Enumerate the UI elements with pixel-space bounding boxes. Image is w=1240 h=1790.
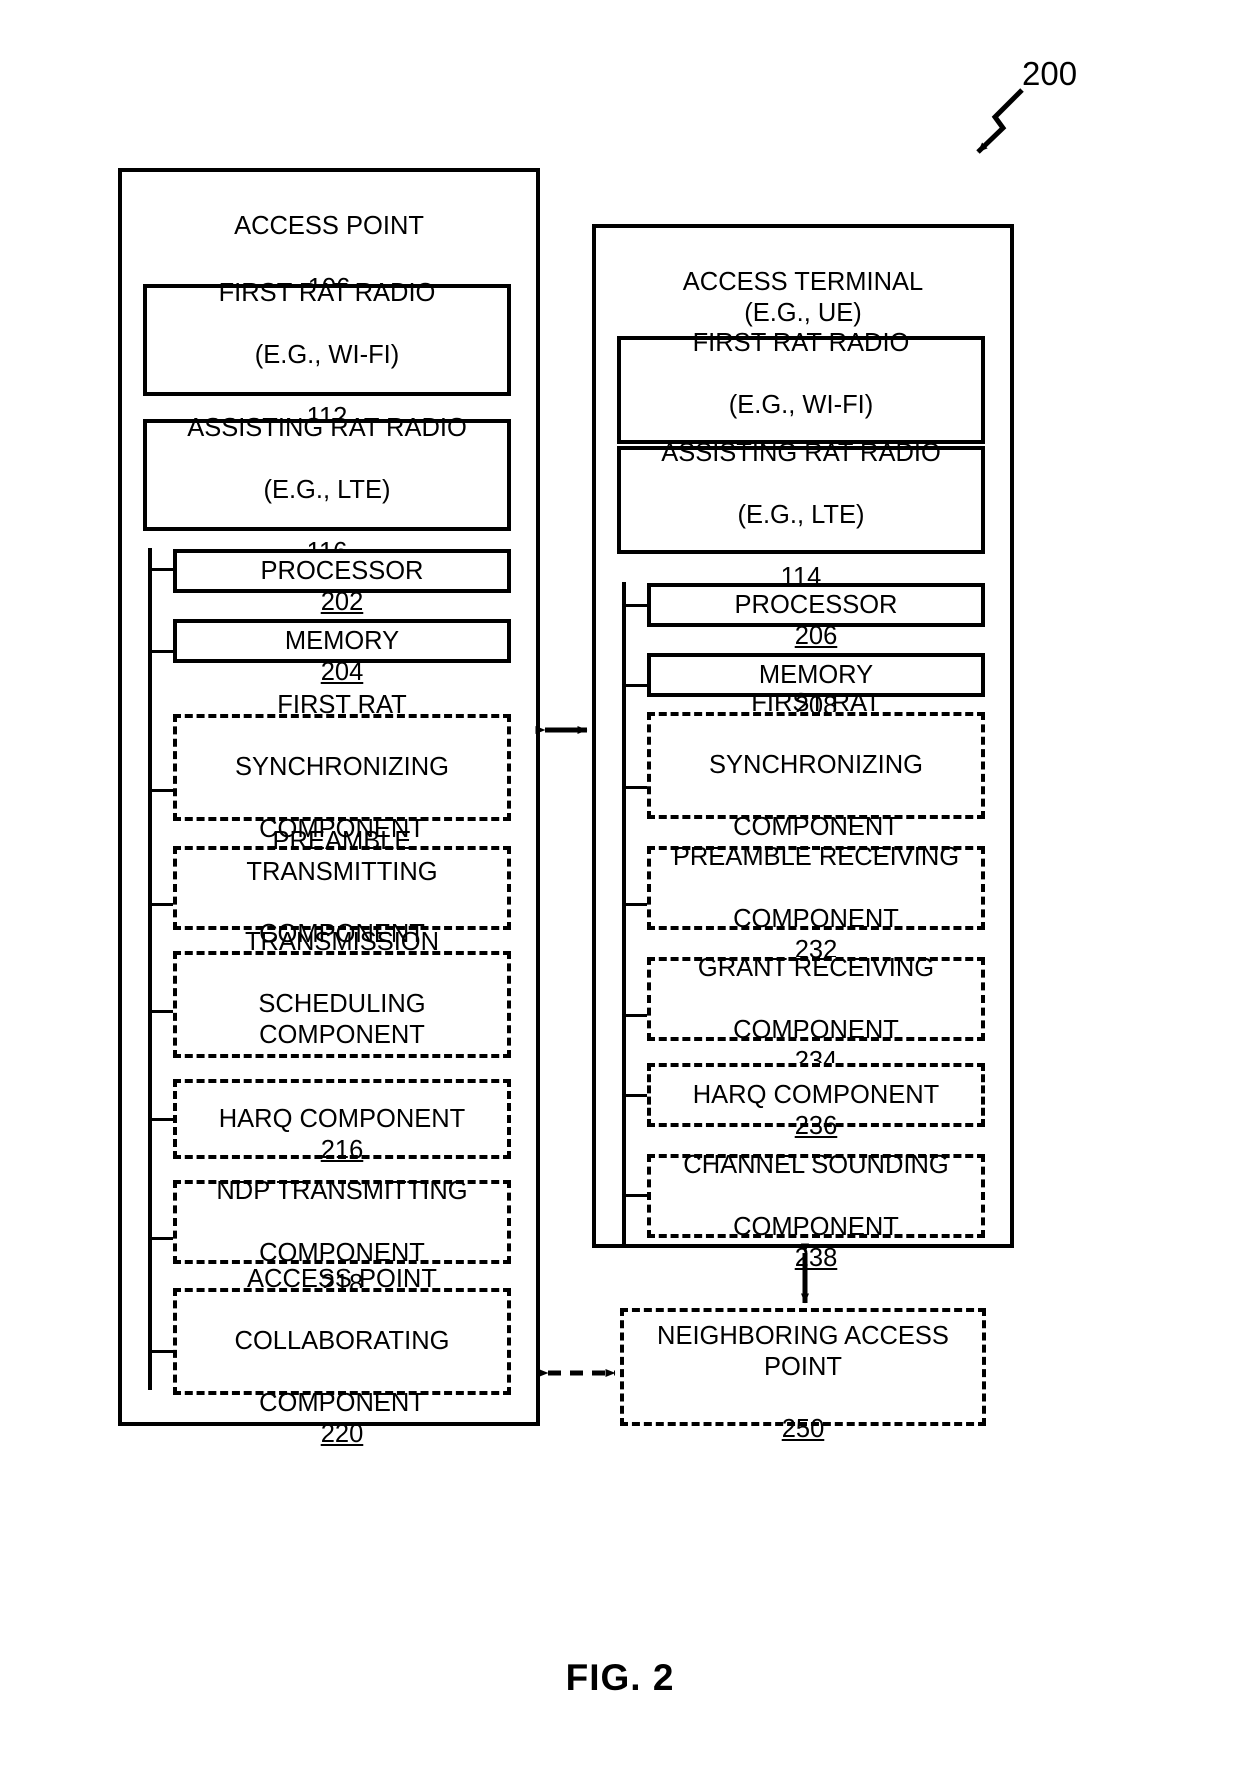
figure-callout-label: 200 <box>1022 55 1078 92</box>
line: TRANSMISSION <box>244 928 440 956</box>
line: HARQ COMPONENT <box>692 1080 940 1109</box>
ap-stub-ndp-transmitting <box>148 1237 176 1240</box>
at-block-assisting-rat-radio: ASSISTING RAT RADIO (E.G., LTE) 114 <box>617 439 985 591</box>
access-terminal-bus-line <box>622 582 626 1248</box>
access-point-bus-line <box>148 548 152 1390</box>
ap-block-memory: MEMORY 204 <box>173 619 511 686</box>
line: PREAMBLE TRANSMITTING <box>246 827 438 886</box>
at-stub-processor <box>622 604 650 607</box>
ap-stub-preamble-transmitting <box>148 903 176 906</box>
at-stub-channel-sounding-connector <box>622 1194 650 1197</box>
line: (E.G., WI-FI) <box>254 341 400 369</box>
figure-canvas: ACCESS POINT 106 FIRST RAT RADIO (E.G., … <box>0 0 1240 1790</box>
line: (E.G., LTE) <box>263 476 391 504</box>
line: SCHEDULING COMPONENT <box>258 990 426 1049</box>
line: FIRST RAT RADIO <box>218 279 436 307</box>
ap-stub-processor <box>148 568 176 571</box>
line: HARQ COMPONENT <box>218 1104 466 1133</box>
at-channel-sounding-label: CHANNEL SOUNDING COMPONENT 238 <box>677 1119 954 1274</box>
line: ACCESS POINT <box>247 1265 437 1293</box>
line: PROCESSOR <box>734 590 898 619</box>
line: MEMORY <box>284 626 400 655</box>
ap-block-transmission-scheduling-component: TRANSMISSION SCHEDULING COMPONENT 214 <box>173 928 511 1111</box>
ap-stub-memory <box>148 650 176 653</box>
ap-block-first-rat-radio: FIRST RAT RADIO (E.G., WI-FI) 112 <box>143 279 511 431</box>
at-block-harq-component: HARQ COMPONENT 236 <box>647 1063 985 1140</box>
neighboring-access-point-ref: 250 <box>781 1414 825 1443</box>
callout-zigzag-arrow <box>976 88 1024 154</box>
at-block-processor: PROCESSOR 206 <box>647 583 985 650</box>
ap-stub-first-rat-sync <box>148 789 176 792</box>
at-stub-preamble-receiving <box>622 903 650 906</box>
neighboring-access-point-container: NEIGHBORING ACCESS POINT 250 <box>620 1308 986 1443</box>
line: FIRST RAT <box>751 689 881 717</box>
line: SYNCHRONIZING <box>709 751 923 779</box>
line: FIRST RAT <box>277 691 407 719</box>
ap-stub-harq <box>148 1118 176 1121</box>
at-block-channel-sounding-component: CHANNEL SOUNDING COMPONENT 238 <box>647 1151 985 1272</box>
ap-block-processor: PROCESSOR 202 <box>173 549 511 616</box>
ap-block-assisting-rat-radio: ASSISTING RAT RADIO (E.G., LTE) 116 <box>143 414 511 566</box>
line: CHANNEL SOUNDING <box>683 1150 949 1179</box>
line: SYNCHRONIZING <box>235 753 449 781</box>
line: ASSISTING RAT RADIO <box>661 439 941 467</box>
at-block-preamble-receiving-component: PREAMBLE RECEIVING COMPONENT 232 <box>647 842 985 964</box>
ap-collaborating-label: ACCESS POINT COLLABORATING COMPONENT 220 <box>229 1233 456 1450</box>
ap-block-access-point-collaborating-component: ACCESS POINT COLLABORATING COMPONENT 220 <box>173 1265 511 1448</box>
at-stub-harq <box>622 1094 650 1097</box>
ap-stub-collaborating <box>148 1350 176 1353</box>
figure-caption: FIG. 2 <box>565 1657 675 1698</box>
line: PREAMBLE RECEIVING <box>672 842 960 871</box>
line: COMPONENT <box>259 1389 425 1417</box>
at-stub-first-rat-sync <box>622 786 650 789</box>
ref: 220 <box>320 1420 364 1448</box>
neighboring-access-point-label: NEIGHBORING ACCESS POINT 250 <box>651 1290 955 1445</box>
at-block-grant-receiving-component: GRANT RECEIVING COMPONENT 234 <box>647 953 985 1075</box>
line: GRANT RECEIVING <box>697 953 935 982</box>
line: (E.G., LTE) <box>737 501 865 529</box>
line: COLLABORATING <box>234 1327 450 1355</box>
neighboring-access-point-title: NEIGHBORING ACCESS POINT <box>657 1321 949 1381</box>
line: NDP TRANSMITTING <box>216 1176 468 1205</box>
line: COMPONENT <box>733 1015 899 1044</box>
line: ASSISTING RAT RADIO <box>187 414 467 442</box>
at-stub-grant-receiving <box>622 1014 650 1017</box>
line: FIRST RAT RADIO <box>692 329 910 357</box>
line: PROCESSOR <box>260 556 424 585</box>
line: COMPONENT <box>733 1212 899 1241</box>
ap-stub-transmission-scheduling <box>148 1010 176 1013</box>
ref: 238 <box>794 1243 838 1272</box>
access-point-title-text: ACCESS POINT <box>234 212 424 240</box>
at-block-first-rat-synchronizing-component: FIRST RAT SYNCHRONIZING COMPONENT 230 <box>647 689 985 872</box>
at-stub-memory <box>622 684 650 687</box>
